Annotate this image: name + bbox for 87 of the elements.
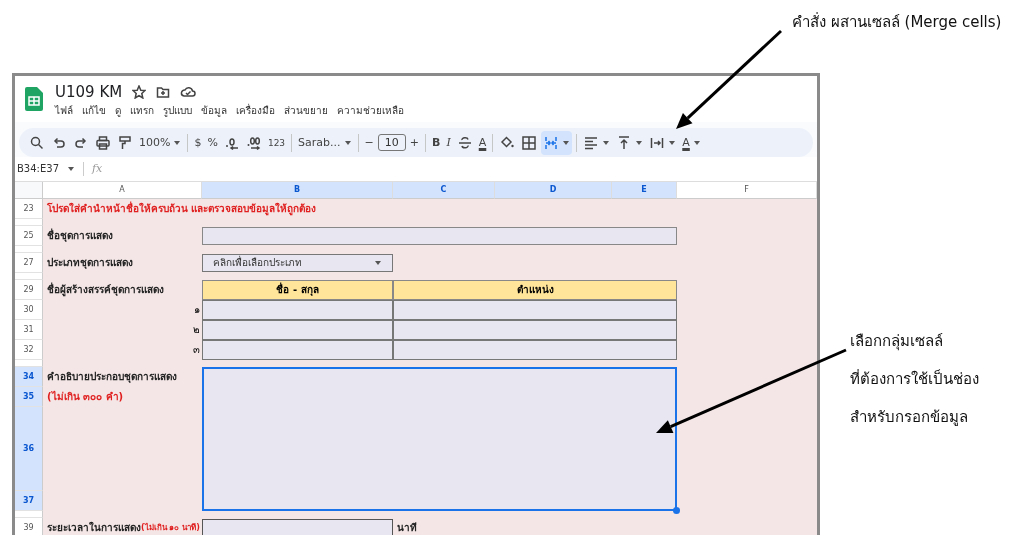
text-area[interactable] xyxy=(202,367,677,511)
field-label: คำอธิบายประกอบชุดการแสดง xyxy=(46,370,178,385)
table-cell[interactable] xyxy=(202,320,393,340)
document-title[interactable]: U109 KM xyxy=(55,83,123,101)
input-field[interactable] xyxy=(202,227,677,245)
menu-item[interactable]: แทรก xyxy=(130,103,154,118)
row-header[interactable]: 35 xyxy=(15,387,43,407)
folder-icon xyxy=(156,85,171,99)
table-cell[interactable] xyxy=(202,340,393,360)
row-header[interactable]: 31 xyxy=(15,320,43,340)
field-label: ระยะเวลาในการแสดง xyxy=(47,520,141,535)
row-header[interactable]: 34 xyxy=(15,367,43,387)
row-number: ๒ xyxy=(192,323,201,338)
menu-item[interactable]: รูปแบบ xyxy=(163,103,192,118)
row-header[interactable]: 37 xyxy=(15,491,43,511)
annotation-text: คำสั่ง ผสานเซลล์ (Merge cells) xyxy=(792,11,1002,33)
row-header[interactable]: 25 xyxy=(15,226,43,246)
column-header[interactable]: E xyxy=(612,182,677,199)
field-label: ประเภทชุดการแสดง xyxy=(46,256,134,271)
merge-cells-button[interactable] xyxy=(541,130,573,155)
row-header[interactable]: 32 xyxy=(15,340,43,360)
text-color-button[interactable]: A xyxy=(476,130,489,155)
column-header[interactable]: A xyxy=(43,182,202,199)
menu-item[interactable]: เครื่องมือ xyxy=(236,103,275,118)
row-header[interactable]: 23 xyxy=(15,199,43,219)
menu-item[interactable]: ข้อมูล xyxy=(201,103,227,118)
column-header[interactable]: B xyxy=(202,182,393,199)
field-note: (ไม่เกิน ๓๐๐ คำ) xyxy=(46,389,125,405)
row-header[interactable]: 27 xyxy=(15,253,43,273)
function-label: fx xyxy=(92,162,103,176)
column-header[interactable]: C xyxy=(393,182,495,199)
merge-cells-icon xyxy=(543,134,560,151)
annotation-text: ที่ต้องการใช้เป็นช่อง xyxy=(850,368,979,390)
annotation-text: เลือกกลุ่มเซลล์ xyxy=(850,331,944,353)
input-field[interactable] xyxy=(202,519,393,535)
dropdown[interactable]: คลิกเพื่อเลือกประเภท xyxy=(202,254,393,272)
toolbar-button[interactable]: + xyxy=(407,130,421,155)
star-icon xyxy=(132,85,147,99)
toolbar-button[interactable]: 100% xyxy=(137,130,184,155)
row-number: ๑ xyxy=(193,303,201,318)
cloud-icon xyxy=(180,85,197,99)
selection-handle[interactable] xyxy=(673,507,680,514)
caret-icon xyxy=(67,165,75,172)
paint-bucket-icon xyxy=(499,134,516,151)
field-label: ชื่อผู้สร้างสรรค์ชุดการแสดง xyxy=(46,281,165,299)
unit-label: นาที xyxy=(396,521,418,535)
row-number: ๓ xyxy=(192,343,201,358)
notice-text: โปรดใส่คำนำหน้าชื่อให้ครบถ้วน และตรวจสอบข้อมูลให้ถูกต้อง xyxy=(46,200,318,218)
sheets-logo-icon xyxy=(25,87,43,111)
annotation-text: สำหรับกรอกข้อมูล xyxy=(850,407,969,428)
toolbar-button[interactable]: $ xyxy=(192,130,204,155)
font-size-field[interactable]: 10 xyxy=(377,134,406,151)
number-format-button[interactable]: 123 xyxy=(265,130,288,155)
table-header: ชื่อ - สกุล xyxy=(202,280,393,300)
field-label: ชื่อชุดการแสดง xyxy=(46,227,114,244)
corner-cell[interactable] xyxy=(15,182,43,199)
row-header[interactable]: 30 xyxy=(15,300,43,320)
align-left-icon xyxy=(583,134,600,151)
italic-button[interactable]: I xyxy=(444,130,453,155)
toolbar-button[interactable]: Sarab... xyxy=(296,130,354,155)
table-cell[interactable] xyxy=(202,300,393,320)
field-note: (ไม่เกิน ๑๐ นาที) xyxy=(141,523,200,535)
menu-item[interactable]: ความช่วยเหลือ xyxy=(337,103,404,118)
column-header[interactable]: F xyxy=(677,182,817,199)
borders-icon xyxy=(521,134,538,151)
decimal-increase-icon xyxy=(245,134,262,151)
toolbar-button[interactable]: % xyxy=(205,130,220,155)
row-header[interactable]: 29 xyxy=(15,280,43,300)
bold-button[interactable]: B xyxy=(430,130,443,155)
menu-item[interactable]: ดู xyxy=(115,103,121,118)
row-header[interactable]: 36 xyxy=(15,407,43,491)
table-header: ตำแหน่ง xyxy=(393,280,677,300)
column-header[interactable]: D xyxy=(495,182,612,199)
search-icon xyxy=(29,134,45,151)
table-cell[interactable] xyxy=(393,320,677,340)
print-icon xyxy=(95,134,111,151)
name-box[interactable]: B34:E37 xyxy=(17,163,75,175)
table-cell[interactable] xyxy=(393,340,677,360)
strikethrough-icon xyxy=(456,134,473,151)
text-color-button[interactable]: A xyxy=(680,130,703,155)
table-cell[interactable] xyxy=(393,300,677,320)
caret-icon xyxy=(374,260,382,266)
menu-item[interactable]: ส่วนขยาย xyxy=(284,103,328,118)
toolbar-button[interactable]: − xyxy=(362,130,376,155)
menu-item[interactable]: ไฟล์ xyxy=(55,103,73,118)
paint-format-icon xyxy=(117,134,133,151)
menu-item[interactable]: แก้ไข xyxy=(82,103,106,118)
